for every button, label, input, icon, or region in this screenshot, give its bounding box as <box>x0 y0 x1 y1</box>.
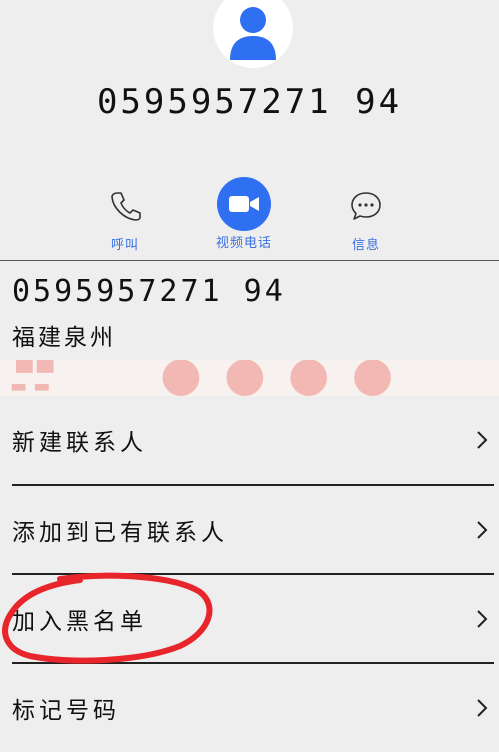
chevron-right-icon <box>475 608 489 630</box>
phone-number: 0595957271 94 <box>12 274 286 309</box>
add-to-blacklist-label: 加入黑名单 <box>12 609 147 635</box>
chevron-right-icon <box>475 519 489 541</box>
avatar-icon <box>230 7 276 60</box>
add-to-existing-contact-label: 添加到已有联系人 <box>12 520 228 546</box>
video-camera-icon <box>229 196 259 212</box>
number-location: 福建泉州 <box>12 325 116 351</box>
section-divider <box>0 260 499 261</box>
add-to-blacklist-item[interactable]: 加入黑名单 <box>0 575 499 663</box>
avatar <box>213 0 293 68</box>
call-label: 呼叫 <box>110 238 139 253</box>
message-bubble-icon <box>351 192 381 220</box>
message-label: 信息 <box>351 238 380 253</box>
new-contact-item[interactable]: 新建联系人 <box>0 396 499 484</box>
chevron-right-icon <box>475 429 489 451</box>
add-to-existing-contact-item[interactable]: 添加到已有联系人 <box>0 486 499 574</box>
call-button[interactable]: 呼叫 <box>108 180 142 253</box>
watermark: ■■ ▬ ▬ ●●●● <box>0 360 499 396</box>
chevron-right-icon <box>475 697 489 719</box>
message-button[interactable]: 信息 <box>349 180 383 253</box>
caller-number-title: 0595957271 94 <box>96 82 403 122</box>
mark-number-item[interactable]: 标记号码 <box>0 664 499 752</box>
phone-icon <box>111 192 141 221</box>
mark-number-label: 标记号码 <box>12 698 120 724</box>
video-call-button[interactable]: 视频电话 <box>216 177 273 251</box>
video-call-label: 视频电话 <box>216 236 273 251</box>
new-contact-label: 新建联系人 <box>12 430 147 456</box>
